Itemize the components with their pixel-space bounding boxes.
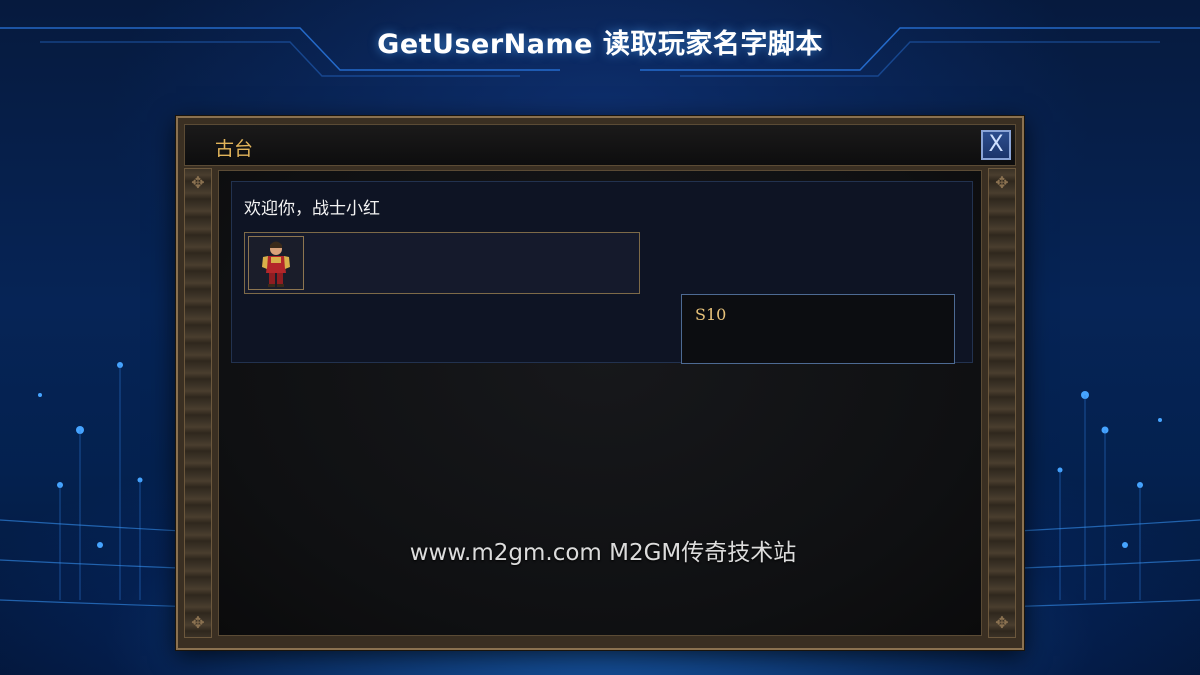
- welcome-text: 欢迎你，战士小红: [244, 199, 380, 219]
- close-button[interactable]: X: [981, 130, 1011, 160]
- dialog-titlebar: 古台 X: [184, 124, 1016, 166]
- server-label-box: S10: [681, 294, 955, 364]
- npc-dialog-window: 古台 X ✥ ✥ ✥ ✥ 欢迎你，战士小红 S10 www.m2gm.com M…: [176, 116, 1024, 650]
- right-ornament-pillar: ✥ ✥: [988, 168, 1016, 638]
- fleur-ornament-icon: ✥: [191, 173, 205, 192]
- page-title: GetUserName 读取玩家名字脚本: [377, 29, 823, 60]
- player-info-row: [244, 232, 640, 294]
- dialog-title: 古台: [215, 138, 254, 160]
- watermark-text: www.m2gm.com M2GM传奇技术站: [409, 540, 797, 566]
- left-ornament-pillar: ✥ ✥: [184, 168, 212, 638]
- warrior-figure-icon: [262, 241, 290, 287]
- player-avatar[interactable]: [248, 236, 304, 290]
- dialog-content: 欢迎你，战士小红 S10 www.m2gm.com M2GM传奇技术站: [218, 170, 982, 636]
- server-name: S10: [695, 305, 727, 324]
- fleur-ornament-icon: ✥: [191, 613, 205, 632]
- fleur-ornament-icon: ✥: [995, 173, 1009, 192]
- fleur-ornament-icon: ✥: [995, 613, 1009, 632]
